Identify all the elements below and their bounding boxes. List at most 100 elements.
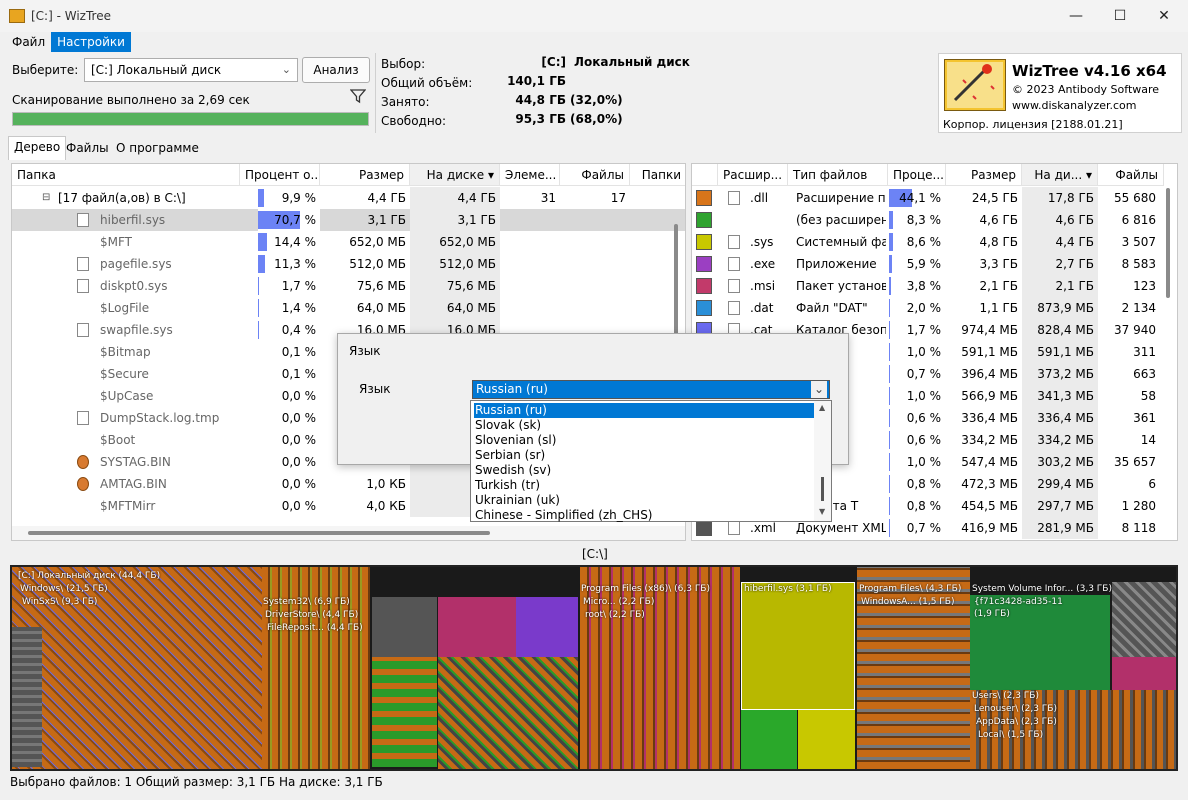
treemap-block-magenta[interactable] xyxy=(438,597,516,657)
tree-horizontal-scrollbar[interactable] xyxy=(12,526,685,540)
tree-row-files xyxy=(560,275,630,297)
language-option[interactable]: Ukrainian (uk) xyxy=(474,493,560,508)
tree-row[interactable]: ⊟ [17 файл(а,ов) в C:\] 9,9 % 4,4 ГБ 4,4 ГБ… xyxy=(12,187,685,209)
language-option[interactable]: Serbian (sr) xyxy=(474,448,545,463)
treemap-block-gray3[interactable] xyxy=(1112,582,1176,657)
col-folders[interactable]: Папки xyxy=(630,164,685,186)
file-type-row[interactable]: (без расширени 8,3 % 4,6 ГБ 4,6 ГБ 6 816 xyxy=(692,209,1166,231)
types-vertical-scrollbar[interactable] xyxy=(1166,188,1170,298)
tree-vertical-scrollbar[interactable] xyxy=(674,224,678,344)
language-option[interactable]: Chinese - Simplified (zh_CHS) xyxy=(474,508,653,523)
menu-bar: Файл Настройки xyxy=(0,32,1188,52)
file-type-row[interactable]: .dll Расширение пр 44,1 % 24,5 ГБ 17,8 ГБ 55… xyxy=(692,187,1166,209)
treemap-block-purple[interactable] xyxy=(516,597,578,657)
language-option[interactable]: Turkish (tr) xyxy=(474,478,540,493)
tree-row[interactable]: $LogFile 1,4 % 64,0 МБ 64,0 МБ xyxy=(12,297,685,319)
tree-row-percent: 14,4 % xyxy=(258,231,320,253)
col-folder[interactable]: Папка xyxy=(12,164,240,186)
filter-icon[interactable] xyxy=(349,88,367,104)
title-bar: [C:] - WizTree — ☐ ✕ xyxy=(0,0,1188,32)
type-color-swatch xyxy=(696,278,712,294)
tree-row[interactable]: hiberfil.sys 70,7 % 3,1 ГБ 3,1 ГБ xyxy=(12,209,685,231)
language-option[interactable]: Swedish (sv) xyxy=(474,463,551,478)
scroll-down-icon[interactable]: ▼ xyxy=(819,507,825,516)
tree-row[interactable]: diskpt0.sys 1,7 % 75,6 МБ 75,6 МБ xyxy=(12,275,685,297)
percent-text: 70,7 % xyxy=(274,213,316,227)
percent-bar xyxy=(889,299,891,317)
treemap-block-hiberfil[interactable] xyxy=(741,582,855,710)
scroll-up-icon[interactable]: ▲ xyxy=(819,403,825,412)
language-dropdown-list[interactable]: Russian (ru) Slovak (sk) Slovenian (sl) Ser… xyxy=(470,400,832,522)
tree-row[interactable]: $MFT 14,4 % 652,0 МБ 652,0 МБ xyxy=(12,231,685,253)
analyze-button[interactable]: Анализ xyxy=(302,57,370,83)
dropdown-scrollbar[interactable]: ▲ ▼ xyxy=(814,401,831,521)
col-items[interactable]: Элеме... xyxy=(500,164,560,186)
language-option[interactable]: Slovenian (sl) xyxy=(474,433,556,448)
dialog-title: Язык xyxy=(349,344,381,358)
file-type-icon xyxy=(728,279,740,293)
language-option[interactable]: Russian (ru) xyxy=(473,402,815,419)
website-link[interactable]: www.diskanalyzer.com xyxy=(1012,99,1137,112)
col-files[interactable]: Файлы xyxy=(560,164,630,186)
col-extension[interactable]: Расшир... xyxy=(718,164,788,186)
treemap[interactable]: [C:] Локальный диск (44,4 ГБ) Windows\ (… xyxy=(10,565,1178,771)
col-on-disk[interactable]: На диске ▾ xyxy=(410,164,500,186)
col-color[interactable] xyxy=(692,164,718,186)
col-type-percent[interactable]: Проце... xyxy=(888,164,946,186)
file-type-row[interactable]: .dat Файл "DAT" 2,0 % 1,1 ГБ 873,9 МБ 2 134 xyxy=(692,297,1166,319)
tree-row-files xyxy=(560,253,630,275)
type-row-size: 547,4 МБ xyxy=(961,455,1018,469)
drive-select-label: Выберите: xyxy=(12,63,79,77)
type-row-files: 3 507 xyxy=(1121,235,1156,249)
type-row-on-disk: 341,3 МБ xyxy=(1022,385,1098,407)
menu-file[interactable]: Файл xyxy=(6,32,51,52)
col-type-size[interactable]: Размер xyxy=(946,164,1022,186)
language-option[interactable]: Slovak (sk) xyxy=(474,418,541,433)
info-value-used: 44,8 ГБ xyxy=(515,93,566,107)
type-row-size: 334,2 МБ xyxy=(961,433,1018,447)
close-button[interactable]: ✕ xyxy=(1142,0,1186,32)
collapse-icon[interactable]: ⊟ xyxy=(38,187,52,209)
file-type-row[interactable]: .exe Приложение 5,9 % 3,3 ГБ 2,7 ГБ 8 583 xyxy=(692,253,1166,275)
tree-row[interactable]: pagefile.sys 11,3 % 512,0 МБ 512,0 МБ xyxy=(12,253,685,275)
type-row-percent: 0,6 % xyxy=(889,429,945,451)
type-row-extension: .msi xyxy=(750,279,776,293)
tab-files[interactable]: Файлы xyxy=(61,138,114,160)
treemap-block-green2[interactable] xyxy=(741,710,797,769)
drive-select[interactable]: [C:] Локальный диск ⌄ xyxy=(84,58,298,82)
file-type-row[interactable]: .sys Системный фай 8,6 % 4,8 ГБ 4,4 ГБ 3 507 xyxy=(692,231,1166,253)
tree-row-percent: 0,1 % xyxy=(258,363,320,385)
minimize-button[interactable]: — xyxy=(1054,0,1098,32)
type-row-percent: 5,9 % xyxy=(889,253,945,275)
treemap-block-gray2[interactable] xyxy=(372,597,437,657)
type-row-extension xyxy=(746,209,786,231)
col-file-type[interactable]: Тип файлов xyxy=(788,164,888,186)
treemap-block-yellow[interactable] xyxy=(798,710,855,769)
col-type-on-disk[interactable]: На ди... ▾ xyxy=(1022,164,1098,186)
file-type-row[interactable]: .msi Пакет установщ 3,8 % 2,1 ГБ 2,1 ГБ 123 xyxy=(692,275,1166,297)
col-percent[interactable]: Процент о... xyxy=(240,164,320,186)
info-value-total: 140,1 ГБ xyxy=(507,74,566,88)
menu-settings[interactable]: Настройки xyxy=(51,32,131,52)
scrollbar-thumb[interactable] xyxy=(821,477,824,501)
tab-tree[interactable]: Дерево xyxy=(8,136,67,160)
tree-row-items xyxy=(500,297,560,319)
info-extra-free: (68,0%) xyxy=(570,112,623,126)
file-icon xyxy=(77,279,89,293)
treemap-block-mixed[interactable] xyxy=(438,657,578,769)
col-size[interactable]: Размер xyxy=(320,164,410,186)
chevron-down-icon[interactable]: ⌄ xyxy=(811,381,827,398)
tree-row-percent: 1,7 % xyxy=(258,275,320,297)
scrollbar-thumb[interactable] xyxy=(28,531,490,535)
col-type-files[interactable]: Файлы xyxy=(1098,164,1164,186)
type-row-type: (без расширени xyxy=(796,213,886,227)
language-select[interactable]: Russian (ru) ⌄ xyxy=(472,380,830,399)
treemap-block-green[interactable] xyxy=(372,657,437,767)
tab-about[interactable]: О программе xyxy=(111,138,204,160)
maximize-button[interactable]: ☐ xyxy=(1098,0,1142,32)
treemap-block-gray[interactable] xyxy=(12,627,42,767)
type-row-extension: .dll xyxy=(750,191,769,205)
type-row-extension: .sys xyxy=(750,235,774,249)
type-row-percent: 0,8 % xyxy=(889,473,945,495)
percent-text: 0,1 % xyxy=(281,345,316,359)
